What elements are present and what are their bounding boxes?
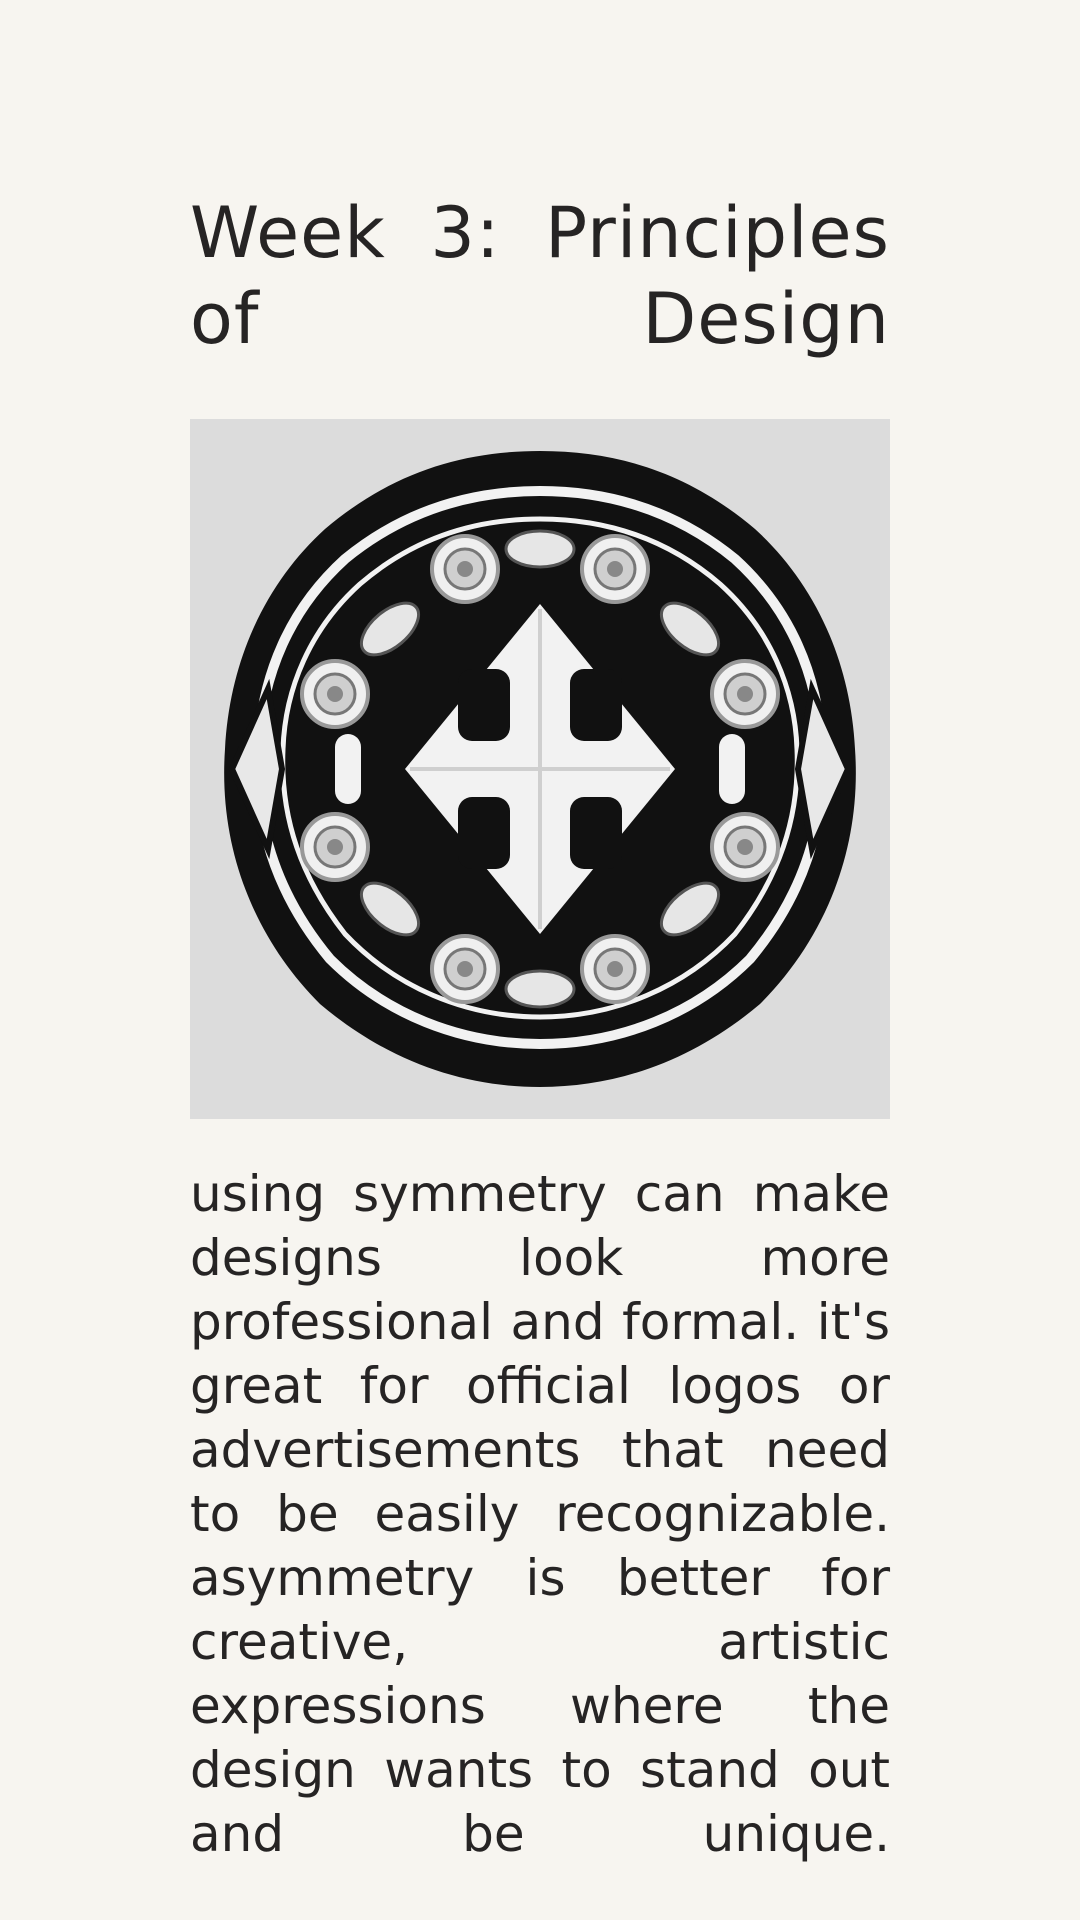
emblem-quadrant bbox=[458, 669, 510, 741]
emblem-side-pill bbox=[335, 734, 361, 804]
page-title: Week 3: Principles of Design bbox=[190, 192, 890, 360]
emblem-side-pill bbox=[719, 734, 745, 804]
emblem-medallion-center bbox=[737, 839, 753, 855]
body-paragraph: using symmetry can make designs look mor… bbox=[190, 1165, 890, 1863]
emblem-medallion-center bbox=[327, 839, 343, 855]
emblem-medallion-center bbox=[327, 686, 343, 702]
emblem-medallion-center bbox=[457, 961, 473, 977]
emblem-medallion-center bbox=[457, 561, 473, 577]
emblem-quadrant bbox=[458, 797, 510, 869]
symmetric-emblem-image bbox=[190, 419, 890, 1119]
emblem-medallion-center bbox=[607, 961, 623, 977]
emblem-swirl-petal bbox=[504, 969, 576, 1009]
symmetry-illustration bbox=[190, 419, 890, 1119]
emblem-quadrant bbox=[570, 669, 622, 741]
emblem-swirl-petal bbox=[504, 529, 576, 569]
emblem-medallion-center bbox=[737, 686, 753, 702]
emblem-medallion-center bbox=[607, 561, 623, 577]
emblem-quadrant bbox=[570, 797, 622, 869]
